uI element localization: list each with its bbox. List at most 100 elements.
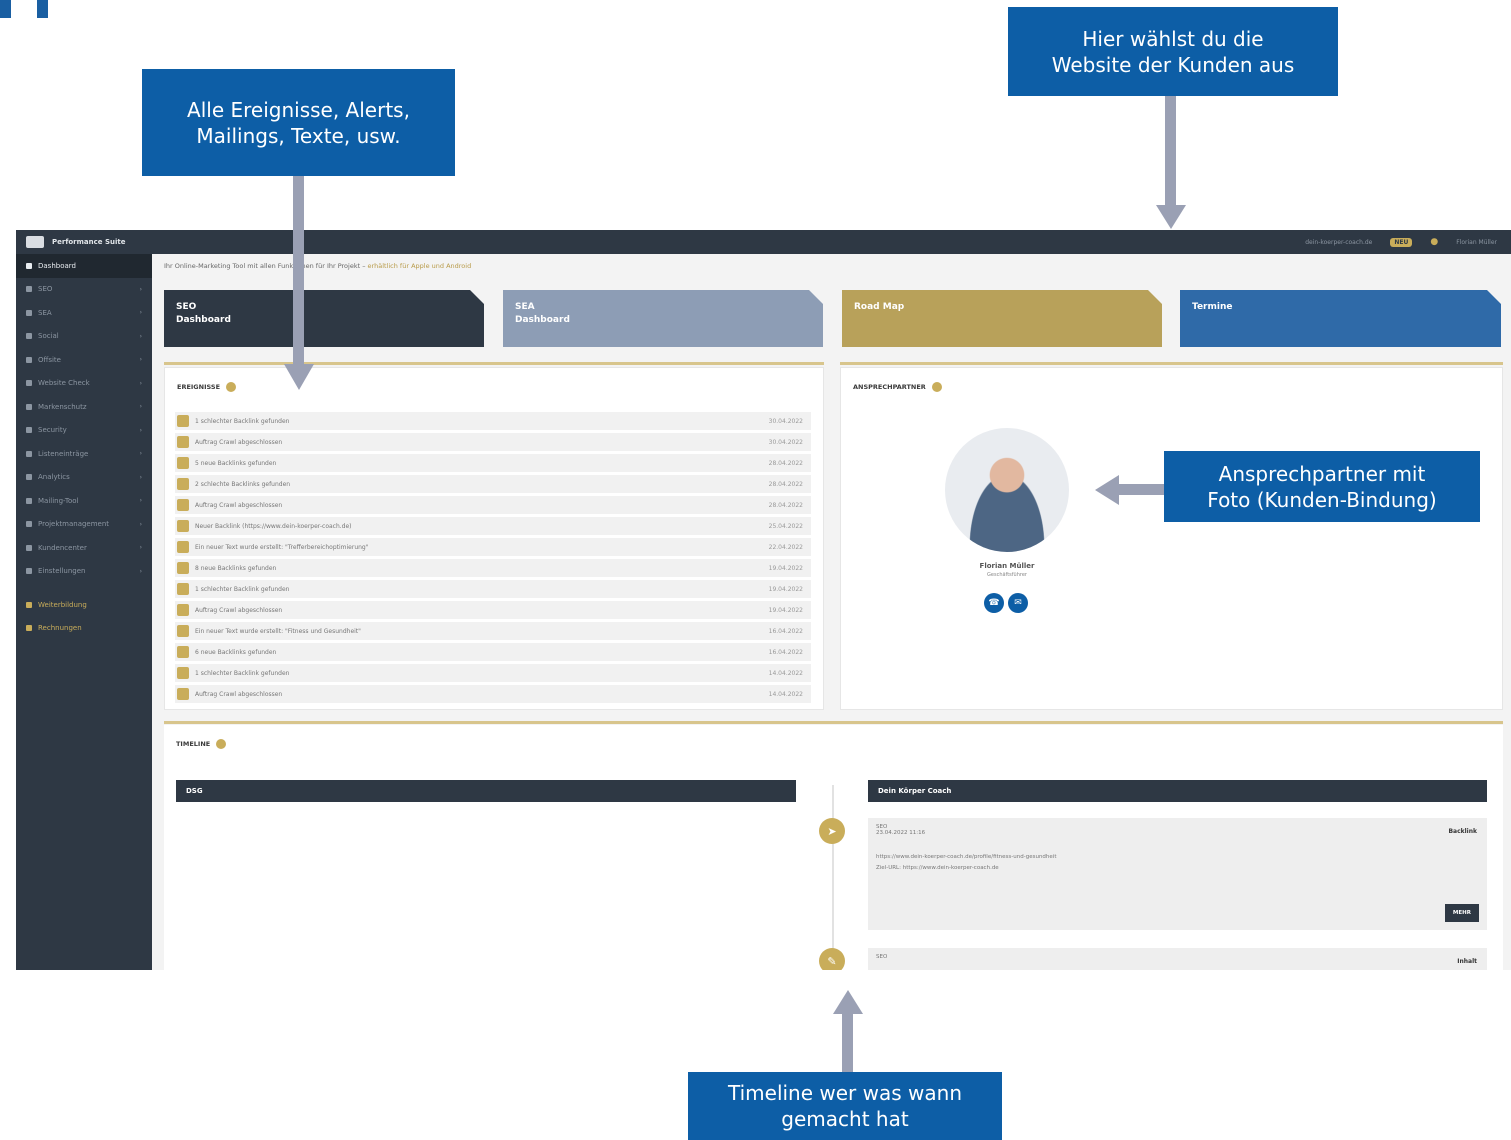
info-icon[interactable]: [216, 739, 227, 749]
event-row[interactable]: 1 schlechter Backlink gefunden 19.04.2022: [175, 580, 811, 598]
sidebar-item-7[interactable]: Security ›: [16, 419, 152, 443]
tile-label: Termine: [1192, 302, 1233, 312]
event-type-icon: [177, 520, 189, 532]
event-row[interactable]: 1 schlechter Backlink gefunden 14.04.2022: [175, 664, 811, 682]
sidebar-item-3[interactable]: Social ›: [16, 325, 152, 349]
chevron-right-icon: ›: [139, 403, 142, 411]
phone-icon[interactable]: ☎: [984, 593, 1004, 613]
event-text: Auftrag Crawl abgeschlossen: [195, 501, 283, 509]
callout-timeline-line2: gemacht hat: [781, 1107, 909, 1131]
event-row[interactable]: 1 schlechter Backlink gefunden 30.04.2022: [175, 412, 811, 430]
info-icon[interactable]: [931, 382, 942, 392]
event-text: Auftrag Crawl abgeschlossen: [195, 438, 283, 446]
event-text: Neuer Backlink (https://www.dein-koerper…: [195, 522, 352, 530]
callout-contact-line1: Ansprechpartner mit: [1218, 461, 1426, 486]
sidebar-item-10[interactable]: Mailing-Tool ›: [16, 489, 152, 513]
chevron-right-icon: ›: [139, 520, 142, 528]
event-row[interactable]: 6 neue Backlinks gefunden 16.04.2022: [175, 643, 811, 661]
chevron-right-icon: ›: [139, 567, 142, 575]
event-row[interactable]: Auftrag Crawl abgeschlossen 30.04.2022: [175, 433, 811, 451]
events-title: EREIGNISSE: [177, 382, 237, 392]
divider: [840, 362, 1503, 365]
sidebar-item-label: Website Check: [38, 379, 90, 388]
lock-icon: [26, 427, 32, 434]
card-url[interactable]: https://www.dein-koerper-coach.de/profil…: [876, 854, 1479, 860]
sidebar-item-8[interactable]: Listeneinträge ›: [16, 442, 152, 466]
event-date: 28.04.2022: [768, 501, 803, 509]
tile-label: Road Map: [854, 302, 905, 312]
gear-icon: [26, 568, 32, 575]
user-menu[interactable]: Florian Müller: [1456, 239, 1497, 246]
star-icon: [26, 625, 32, 632]
event-date: 16.04.2022: [768, 648, 803, 656]
contact-title-text: ANSPRECHPARTNER: [853, 383, 926, 391]
events-panel: EREIGNISSE 1 schlechter Backlink gefunde…: [164, 367, 824, 710]
app-screenshot: Performance Suite Dashboard SEO › SEA › Socia…: [16, 230, 1511, 970]
notice-link[interactable]: erhältlich für Apple und Android: [368, 262, 472, 270]
sidebar-item-1[interactable]: SEO ›: [16, 278, 152, 302]
events-title-text: EREIGNISSE: [177, 383, 221, 391]
event-type-icon: [177, 625, 189, 637]
tile-sea-dashboard[interactable]: SEA Dashboard: [503, 289, 824, 347]
event-row[interactable]: Neuer Backlink (https://www.dein-koerper…: [175, 517, 811, 535]
event-date: 19.04.2022: [768, 606, 803, 614]
event-row[interactable]: Ein neuer Text wurde erstellt: "Fitness …: [175, 622, 811, 640]
tile-road-map[interactable]: Road Map: [842, 289, 1163, 347]
callout-timeline-line1: Timeline wer was wann: [728, 1081, 962, 1105]
sidebar-item-13[interactable]: Einstellungen ›: [16, 560, 152, 584]
arrow-events-shaft: [293, 176, 304, 366]
sidebar-item-label: Offsite: [38, 355, 61, 364]
arrow-contact-shaft: [1118, 484, 1164, 495]
card-tag: Inhalt: [1457, 958, 1477, 965]
callout-timeline: Timeline wer was wann gemacht hat: [688, 1072, 1002, 1140]
timeline-title: TIMELINE: [176, 739, 227, 749]
event-type-icon: [177, 499, 189, 511]
tile-termine[interactable]: Termine: [1180, 289, 1502, 347]
new-badge[interactable]: NEU: [1390, 237, 1413, 247]
sidebar-item-label: Markenschutz: [38, 402, 87, 411]
divider: [164, 721, 1503, 724]
star-icon: [26, 601, 32, 608]
sidebar-extra-item-0[interactable]: Weiterbildung: [16, 593, 152, 617]
timeline-backlink-icon: ➤: [819, 818, 845, 844]
info-icon[interactable]: [226, 382, 237, 392]
sidebar-item-label: Einstellungen: [38, 567, 86, 576]
event-row[interactable]: 8 neue Backlinks gefunden 19.04.2022: [175, 559, 811, 577]
topbar: dein-koerper-coach.de NEU ● Florian Müll…: [152, 230, 1511, 254]
callout-events-line1: Alle Ereignisse, Alerts,: [187, 97, 410, 122]
event-row[interactable]: Auftrag Crawl abgeschlossen 19.04.2022: [175, 601, 811, 619]
search-icon: [26, 286, 32, 293]
arrow-contact-head: [1095, 475, 1119, 505]
sidebar-item-12[interactable]: Kundencenter ›: [16, 536, 152, 560]
timeline-right-header: Dein Körper Coach: [868, 780, 1487, 802]
event-row[interactable]: Ein neuer Text wurde erstellt: "Trefferb…: [175, 538, 811, 556]
more-button[interactable]: MEHR: [1444, 904, 1479, 922]
event-row[interactable]: Auftrag Crawl abgeschlossen 14.04.2022: [175, 685, 811, 703]
sidebar-item-label: Analytics: [38, 473, 70, 482]
event-row[interactable]: 5 neue Backlinks gefunden 28.04.2022: [175, 454, 811, 472]
sidebar-item-2[interactable]: SEA ›: [16, 301, 152, 325]
tile-seo-dashboard[interactable]: SEO Dashboard: [164, 289, 485, 347]
brand[interactable]: Performance Suite: [16, 230, 152, 254]
sidebar-extra-item-1[interactable]: Rechnungen: [16, 617, 152, 641]
sidebar-item-11[interactable]: Projektmanagement ›: [16, 513, 152, 537]
mail-icon[interactable]: ✉: [1008, 593, 1028, 613]
website-selector[interactable]: dein-koerper-coach.de: [1305, 239, 1372, 246]
sidebar-item-9[interactable]: Analytics ›: [16, 466, 152, 490]
bell-icon[interactable]: ●: [1430, 237, 1438, 247]
sidebar-item-0[interactable]: Dashboard: [16, 254, 152, 278]
event-text: Auftrag Crawl abgeschlossen: [195, 690, 283, 698]
sidebar-item-5[interactable]: Website Check ›: [16, 372, 152, 396]
event-type-icon: [177, 646, 189, 658]
contact-title: ANSPRECHPARTNER: [853, 382, 942, 392]
sidebar-item-label: Dashboard: [38, 261, 76, 270]
sidebar-item-label: Listeneinträge: [38, 449, 89, 458]
contact-photo-avatar: [945, 428, 1069, 552]
sidebar-item-6[interactable]: Markenschutz ›: [16, 395, 152, 419]
event-row[interactable]: Auftrag Crawl abgeschlossen 28.04.2022: [175, 496, 811, 514]
chevron-right-icon: ›: [139, 497, 142, 505]
sidebar-item-4[interactable]: Offsite ›: [16, 348, 152, 372]
event-row[interactable]: 2 schlechte Backlinks gefunden 28.04.2022: [175, 475, 811, 493]
sidebar-item-label: Kundencenter: [38, 543, 87, 552]
event-type-icon: [177, 688, 189, 700]
